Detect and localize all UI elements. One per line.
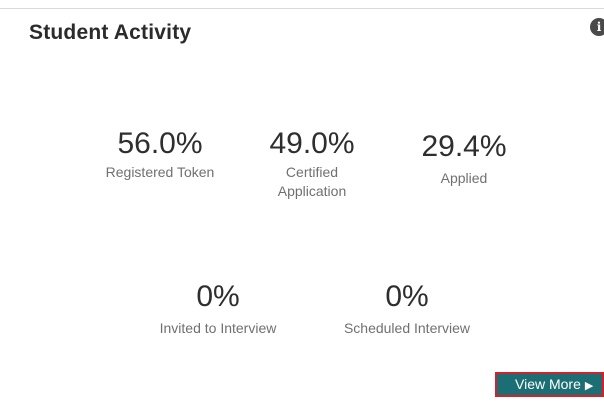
stat-label: Registered Token [105, 164, 215, 180]
stat-value: 0% [385, 280, 429, 313]
stat-label: Certified Application [277, 164, 347, 199]
stat-registered-token: 56.0% Registered Token [95, 127, 225, 182]
play-arrow-icon: ▶ [584, 380, 594, 392]
stat-label: Scheduled Interview [343, 320, 471, 336]
stat-scheduled-interview: 0% Scheduled Interview [333, 280, 481, 338]
stat-value: 56.0% [117, 127, 203, 160]
stat-invited-to-interview: 0% Invited to Interview [148, 280, 288, 338]
stat-label: Invited to Interview [159, 320, 277, 336]
stat-value: 0% [196, 280, 240, 313]
view-more-button[interactable]: View More ▶ [495, 372, 604, 397]
stat-label: Applied [440, 170, 488, 186]
card-top-divider [0, 8, 604, 9]
stat-value: 49.0% [269, 127, 355, 160]
info-icon[interactable]: i [590, 18, 604, 36]
view-more-label: View More [515, 376, 581, 392]
stat-certified-application: 49.0% Certified Application [250, 127, 374, 201]
stat-applied: 29.4% Applied [400, 130, 528, 188]
stat-value: 29.4% [421, 130, 507, 163]
card-title: Student Activity [29, 21, 192, 44]
